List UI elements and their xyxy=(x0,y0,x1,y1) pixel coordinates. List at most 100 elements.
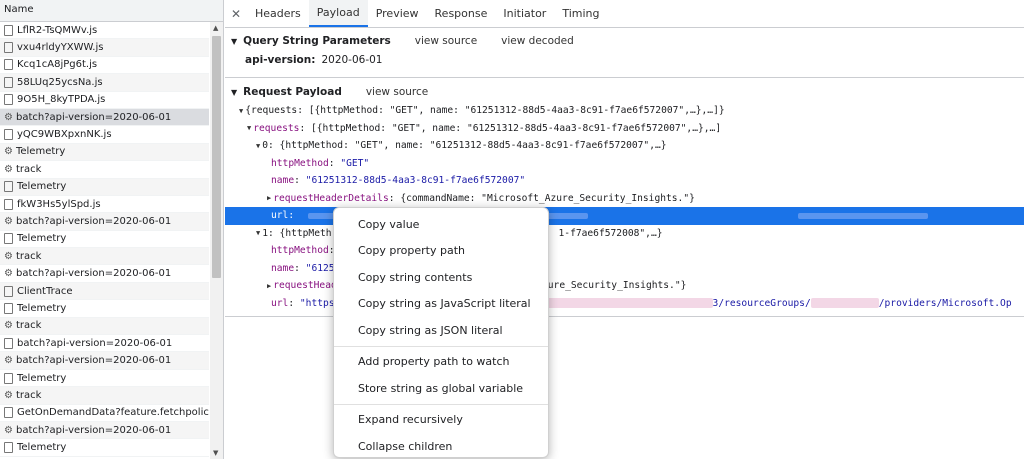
request-name: Telemetry xyxy=(17,302,67,314)
tree-line-httpmethod[interactable]: httpMethod: "GET" xyxy=(225,155,1024,173)
tab-timing[interactable]: Timing xyxy=(554,0,607,27)
request-name: track xyxy=(15,389,42,401)
tab-headers[interactable]: Headers xyxy=(247,0,309,27)
request-row[interactable]: ⚙ batch?api-version=2020-06-01 xyxy=(0,352,209,370)
expand-triangle-icon[interactable]: ▶ xyxy=(267,282,271,290)
menu-copy-json-literal[interactable]: Copy string as JSON literal xyxy=(334,317,548,344)
request-name: Telemetry xyxy=(15,146,66,158)
menu-copy-property-path[interactable]: Copy property path xyxy=(334,238,548,265)
request-row[interactable]: ClientTrace xyxy=(0,282,209,301)
tree-line-name[interactable]: name: "61251312-88d5-4aa3-8c91-f7ae6f572… xyxy=(225,172,1024,190)
request-name: GetOnDemandData?feature.fetchpolicyforre xyxy=(17,407,209,419)
menu-copy-js-literal[interactable]: Copy string as JavaScript literal xyxy=(334,291,548,318)
file-icon xyxy=(4,233,13,245)
request-name: track xyxy=(15,250,42,262)
close-icon[interactable]: ✕ xyxy=(225,0,247,27)
request-row[interactable]: ⚙ batch?api-version=2020-06-01 xyxy=(0,213,209,231)
query-view-source-link[interactable]: view source xyxy=(415,35,477,47)
request-row[interactable]: ⚙ track xyxy=(0,387,209,405)
file-icon xyxy=(4,372,13,384)
menu-collapse-children[interactable]: Collapse children xyxy=(334,433,548,459)
request-row[interactable]: Telemetry xyxy=(0,370,209,388)
expand-triangle-icon[interactable]: ▶ xyxy=(267,194,271,202)
collapse-triangle-icon[interactable]: ▼ xyxy=(239,107,243,115)
tab-initiator[interactable]: Initiator xyxy=(495,0,554,27)
request-payload-section-header[interactable]: ▼ Request Payload view source xyxy=(225,82,1024,102)
request-row[interactable]: GetOnDemandData?feature.fetchpolicyforre xyxy=(0,405,209,422)
gear-icon: ⚙ xyxy=(4,424,13,436)
request-name: Telemetry xyxy=(17,181,67,193)
request-row[interactable]: ⚙ batch?api-version=2020-06-01 xyxy=(0,421,209,440)
gear-icon: ⚙ xyxy=(4,268,13,280)
request-row[interactable]: yQC9WBXpxnNK.js xyxy=(0,126,209,144)
request-name: batch?api-version=2020-06-01 xyxy=(15,111,172,123)
menu-expand-recursively[interactable]: Expand recursively xyxy=(334,407,548,434)
file-icon xyxy=(4,442,13,454)
request-name: track xyxy=(15,163,42,175)
file-icon xyxy=(4,337,13,349)
menu-copy-string-contents[interactable]: Copy string contents xyxy=(334,264,548,291)
menu-add-watch[interactable]: Add property path to watch xyxy=(334,349,548,376)
scroll-up-icon[interactable]: ▲ xyxy=(213,24,218,32)
tree-line-root[interactable]: ▼ {requests: [{httpMethod: "GET", name: … xyxy=(225,102,1024,120)
request-row[interactable]: Telemetry xyxy=(0,178,209,196)
request-name: vxu4rldyYXWW.js xyxy=(17,42,104,54)
request-row[interactable]: LflR2-TsQMWv.js xyxy=(0,22,209,40)
tab-preview[interactable]: Preview xyxy=(368,0,427,27)
gear-icon: ⚙ xyxy=(4,215,13,227)
tab-response[interactable]: Response xyxy=(427,0,496,27)
menu-store-global[interactable]: Store string as global variable xyxy=(334,375,548,402)
expand-triangle-icon[interactable]: ▼ xyxy=(231,37,237,46)
tree-line-requests[interactable]: ▼ requests: [{httpMethod: "GET", name: "… xyxy=(225,120,1024,138)
request-row[interactable]: batch?api-version=2020-06-01 xyxy=(0,335,209,353)
request-row[interactable]: ⚙ track xyxy=(0,161,209,179)
query-string-title: Query String Parameters xyxy=(243,35,391,47)
tab-payload[interactable]: Payload xyxy=(308,0,368,27)
file-icon xyxy=(4,181,13,193)
query-string-section-header[interactable]: ▼ Query String Parameters view source vi… xyxy=(225,31,1024,51)
request-row[interactable]: ⚙ batch?api-version=2020-06-01 xyxy=(0,108,209,127)
gear-icon: ⚙ xyxy=(4,355,13,367)
file-icon xyxy=(4,42,13,54)
file-icon xyxy=(4,198,13,210)
request-row[interactable]: Kcq1cA8jPg6t.js xyxy=(0,57,209,75)
request-row[interactable]: 58LUq25ycsNa.js xyxy=(0,74,209,92)
request-list-scrollbar[interactable]: ▲ ▼ xyxy=(210,22,223,459)
file-icon xyxy=(4,285,13,297)
query-view-decoded-link[interactable]: view decoded xyxy=(501,35,574,47)
request-row[interactable]: fkW3Hs5ylSpd.js xyxy=(0,196,209,214)
request-row[interactable]: Telemetry xyxy=(0,231,209,249)
gear-icon: ⚙ xyxy=(4,146,13,158)
collapse-triangle-icon[interactable]: ▼ xyxy=(247,124,251,132)
request-name: yQC9WBXpxnNK.js xyxy=(17,129,112,141)
collapse-triangle-icon[interactable]: ▼ xyxy=(256,229,260,237)
scroll-thumb[interactable] xyxy=(212,36,221,278)
request-row[interactable]: vxu4rldyYXWW.js xyxy=(0,39,209,57)
request-row[interactable]: ⚙ batch?api-version=2020-06-01 xyxy=(0,265,209,283)
tree-line-item-0[interactable]: ▼ 0: {httpMethod: "GET", name: "61251312… xyxy=(225,137,1024,155)
collapse-triangle-icon[interactable]: ▼ xyxy=(256,142,260,150)
request-row[interactable]: Telemetry xyxy=(0,300,209,318)
request-row[interactable]: ⚙ track xyxy=(0,248,209,266)
file-icon xyxy=(4,94,13,106)
request-row[interactable]: Telemetry xyxy=(0,439,209,457)
request-name: batch?api-version=2020-06-01 xyxy=(17,337,173,349)
request-name: 9O5H_8kyTPDA.js xyxy=(17,94,106,106)
request-name: batch?api-version=2020-06-01 xyxy=(15,355,172,367)
request-row[interactable]: 9O5H_8kyTPDA.js xyxy=(0,92,209,109)
request-row[interactable]: ⚙ track xyxy=(0,317,209,336)
file-icon xyxy=(4,59,13,71)
payload-view-source-link[interactable]: view source xyxy=(366,86,428,98)
detail-tabbar: ✕ Headers Payload Preview Response Initi… xyxy=(225,0,1024,28)
request-row[interactable]: ⚙ Telemetry xyxy=(0,143,209,162)
scroll-down-icon[interactable]: ▼ xyxy=(213,449,218,457)
redacted-url xyxy=(542,298,713,309)
request-name: track xyxy=(15,320,42,332)
request-name: Kcq1cA8jPg6t.js xyxy=(17,59,98,71)
request-name: 58LUq25ycsNa.js xyxy=(17,76,103,88)
tree-line-request-header-details[interactable]: ▶ requestHeaderDetails: {commandName: "M… xyxy=(225,190,1024,208)
request-list: LflR2-TsQMWv.js vxu4rldyYXWW.js Kcq1cA8jPg… xyxy=(0,22,209,457)
menu-copy-value[interactable]: Copy value xyxy=(334,211,548,238)
expand-triangle-icon[interactable]: ▼ xyxy=(231,88,237,97)
name-column-header[interactable]: Name xyxy=(0,0,223,22)
